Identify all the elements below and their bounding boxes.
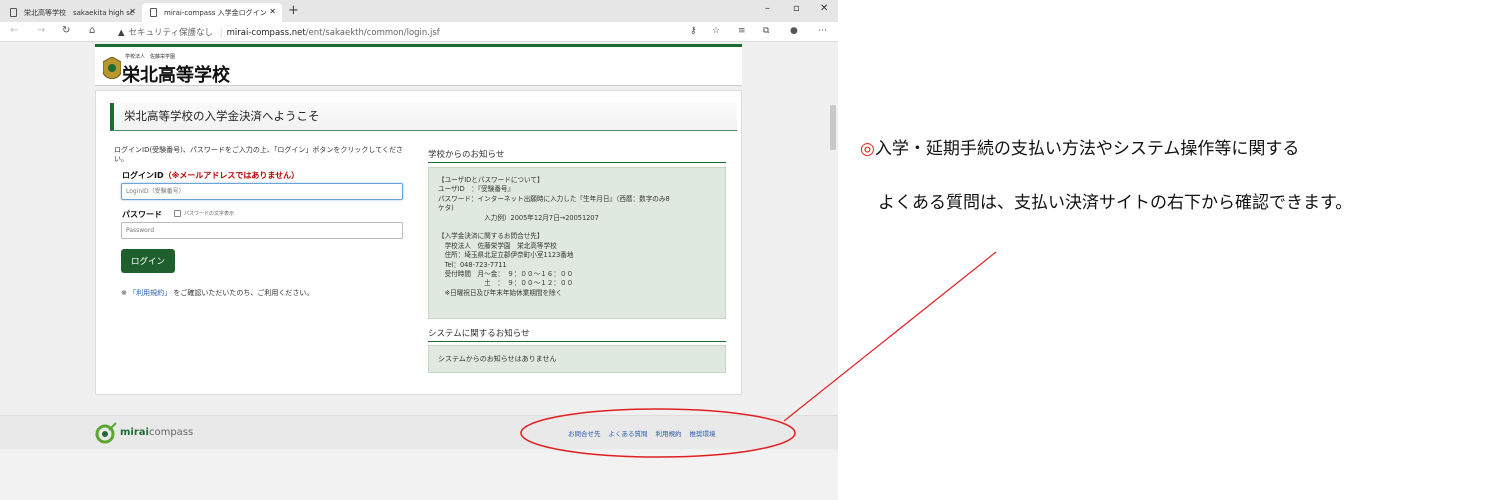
- annotation-pointer-line: [783, 251, 997, 422]
- annotation-overlay: [520, 251, 997, 458]
- highlight-ellipse: [520, 408, 796, 458]
